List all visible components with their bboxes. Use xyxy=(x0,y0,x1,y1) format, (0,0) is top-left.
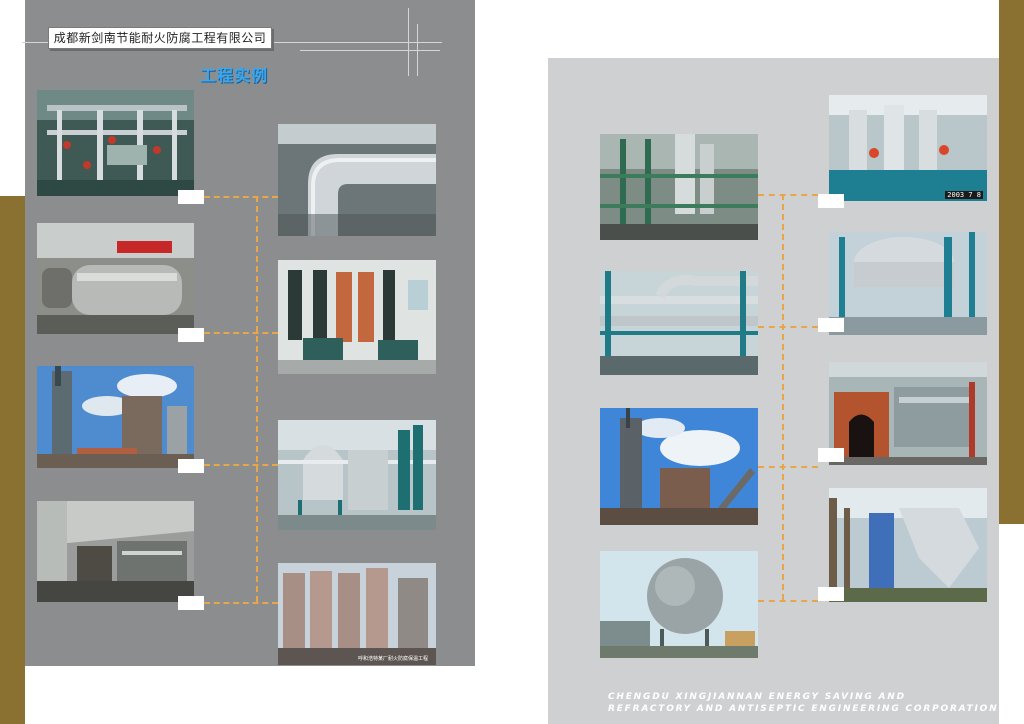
connector-line xyxy=(204,196,278,198)
connector-line xyxy=(758,326,818,328)
header-deco-line xyxy=(408,8,409,76)
photo-tab xyxy=(178,190,204,204)
project-photo-tank-banner xyxy=(37,223,194,334)
project-photo-piping-valves xyxy=(37,90,194,196)
connector-line xyxy=(758,600,818,602)
connector-line xyxy=(758,466,818,468)
photo-tab xyxy=(818,318,844,332)
footer-company-name-line2: REFRACTORY AND ANTISEPTIC ENGINEERING CO… xyxy=(608,704,1024,714)
project-photo-gas-sphere xyxy=(600,551,758,658)
left-gold-accent-bar xyxy=(0,196,25,724)
photo-tab xyxy=(178,459,204,473)
project-photo-pump-room xyxy=(278,260,436,374)
project-photo-steel-structure xyxy=(600,134,758,240)
project-photo-tower-sky xyxy=(600,408,758,525)
connector-line xyxy=(256,196,258,602)
section-title: 工程实例 xyxy=(200,66,269,85)
photo-tab xyxy=(178,596,204,610)
project-photo-spherical-tanks xyxy=(278,420,436,530)
project-photo-brick-furnace xyxy=(829,362,987,465)
connector-line xyxy=(782,194,784,600)
connector-line xyxy=(204,332,278,334)
project-photo-pipe-rack xyxy=(600,271,758,375)
project-photo-insulated-tank xyxy=(829,232,987,335)
photo-tab xyxy=(178,328,204,342)
photo-tab xyxy=(818,194,844,208)
project-photo-insulated-elbow xyxy=(278,124,436,236)
connector-line xyxy=(204,464,278,466)
company-name-label: 成都新剑南节能耐火防腐工程有限公司 xyxy=(48,27,272,49)
project-photo-silo-towers: 呼和浩特某厂耐火防腐保温工程 xyxy=(278,563,436,665)
project-photo-factory-hall xyxy=(37,501,194,602)
footer-company-name-line1: CHENGDU XINGJIANNAN ENERGY SAVING AND xyxy=(608,692,906,702)
connector-line xyxy=(758,194,818,196)
connector-line xyxy=(204,602,278,604)
project-photo-cyclone-ducts xyxy=(829,488,987,602)
header-deco-line xyxy=(300,50,440,51)
photo-tab xyxy=(818,587,844,601)
right-gold-accent-bar xyxy=(999,0,1024,524)
photo-caption: 呼和浩特某厂耐火防腐保温工程 xyxy=(358,656,429,662)
photo-tab xyxy=(818,448,844,462)
project-photo-insulated-columns: 2003 7 8 xyxy=(829,95,987,201)
photo-date-stamp: 2003 7 8 xyxy=(945,191,983,199)
project-photo-plant-sky xyxy=(37,366,194,468)
